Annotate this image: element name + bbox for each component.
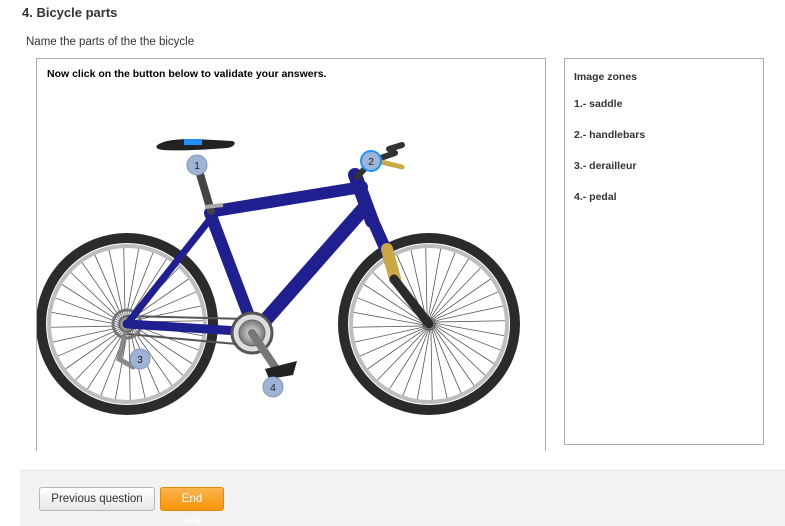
- wheel-spoke: [425, 248, 428, 320]
- bicycle-image[interactable]: 1 2 3 4: [37, 129, 545, 429]
- hotspot-instruction: Now click on the button below to validat…: [47, 68, 327, 80]
- marker-saddle-label: 1: [194, 161, 200, 172]
- previous-question-button[interactable]: Previous question: [39, 487, 155, 511]
- marker-pedal-label: 4: [270, 383, 276, 394]
- marker-pedal[interactable]: 4: [262, 376, 284, 398]
- wheel-spoke: [355, 326, 425, 343]
- marker-saddle[interactable]: 1: [186, 154, 208, 176]
- question-title: 4. Bicycle parts: [22, 5, 118, 20]
- zone-item-derailleur: 3.- derailleur: [574, 160, 637, 172]
- hotspot-panel: Now click on the button below to validat…: [36, 58, 546, 451]
- zone-item-handlebars: 2.- handlebars: [574, 129, 646, 141]
- wheel-spoke: [353, 311, 425, 326]
- zone-item-pedal: 4.- pedal: [574, 191, 617, 203]
- zones-panel: Image zones 1.- saddle 2.- handlebars 3.…: [564, 58, 764, 445]
- marker-handlebars-label: 2: [368, 157, 374, 168]
- marker-handlebars[interactable]: 2: [360, 150, 382, 172]
- crankset: [230, 311, 297, 379]
- wheel-spoke: [433, 325, 486, 376]
- wheel-spoke: [433, 305, 503, 322]
- wheel-spoke: [353, 325, 425, 328]
- wheel-spoke: [377, 328, 428, 381]
- end-test-button[interactable]: End test: [160, 487, 224, 526]
- marker-derailleur-label: 3: [137, 355, 143, 366]
- wheel-spoke: [416, 328, 431, 400]
- page: 4. Bicycle parts Name the parts of the t…: [0, 0, 785, 526]
- wheel-spoke: [430, 267, 481, 320]
- wheel-spoke: [427, 248, 442, 320]
- zone-item-saddle: 1.- saddle: [574, 98, 623, 110]
- question-statement: Name the parts of the the bicycle: [26, 36, 195, 48]
- question-footer: Previous question End test: [20, 470, 785, 526]
- wheel-spoke: [431, 328, 448, 398]
- zones-title: Image zones: [574, 71, 638, 83]
- saddle-shape: [156, 139, 235, 151]
- marker-derailleur[interactable]: 3: [129, 348, 151, 370]
- wheel-spoke: [433, 320, 505, 323]
- wheel-spoke: [430, 328, 433, 400]
- wheel-spoke: [433, 322, 505, 337]
